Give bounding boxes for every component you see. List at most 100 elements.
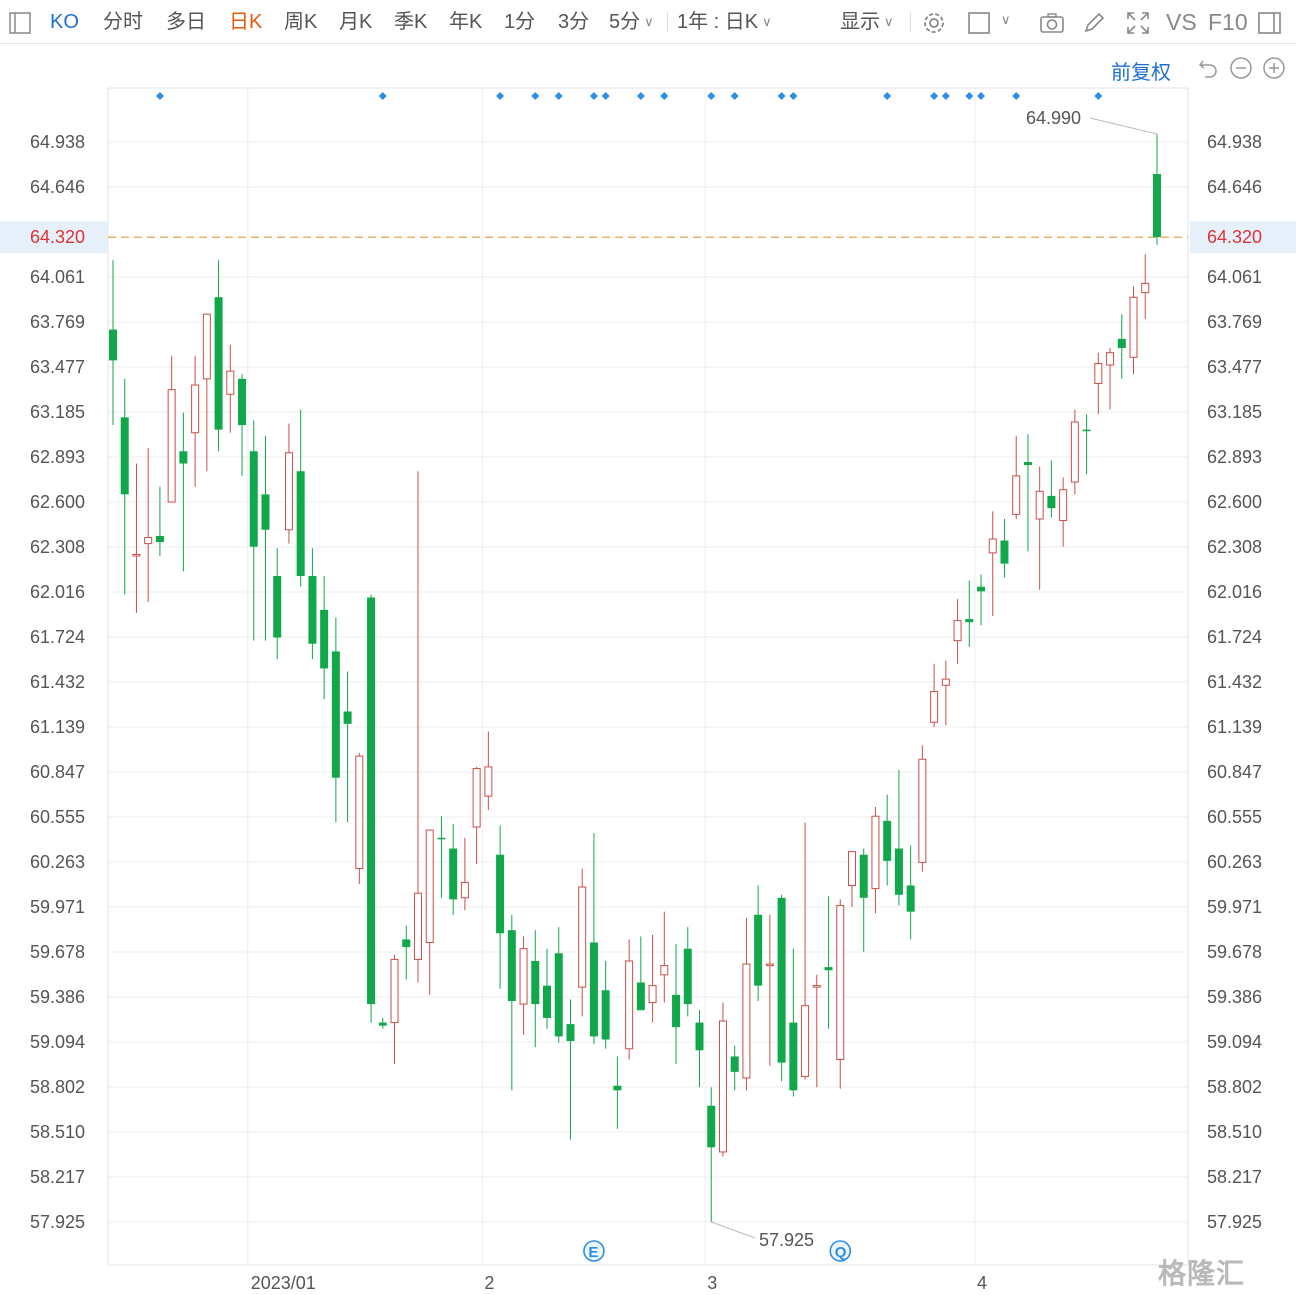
candle-body[interactable] xyxy=(519,948,528,1005)
candle-body[interactable] xyxy=(589,942,598,1037)
candle-body[interactable] xyxy=(754,914,763,986)
candle-body[interactable] xyxy=(801,1005,810,1077)
candle-body[interactable] xyxy=(707,1105,716,1148)
candle-body[interactable] xyxy=(977,586,986,592)
candle-body[interactable] xyxy=(847,851,856,887)
candle-body[interactable] xyxy=(883,820,892,861)
candle-body[interactable] xyxy=(1152,174,1161,238)
candle-body[interactable] xyxy=(930,690,939,723)
candle-body[interactable] xyxy=(777,897,786,1063)
candle-body[interactable] xyxy=(578,886,587,988)
candle-body[interactable] xyxy=(988,538,997,554)
candle-body[interactable] xyxy=(894,848,903,895)
candle-body[interactable] xyxy=(1070,421,1079,483)
candle-body[interactable] xyxy=(1141,282,1150,294)
event-marker[interactable] xyxy=(777,92,786,100)
event-marker[interactable] xyxy=(531,92,540,100)
candle-body[interactable] xyxy=(1117,338,1126,349)
candle-body[interactable] xyxy=(1047,495,1056,509)
event-marker[interactable] xyxy=(660,92,669,100)
event-marker[interactable] xyxy=(155,92,164,100)
candle-body[interactable] xyxy=(238,378,247,426)
candle-body[interactable] xyxy=(906,885,915,912)
candle-body[interactable] xyxy=(1082,429,1091,432)
candle-body[interactable] xyxy=(191,384,200,434)
candle-body[interactable] xyxy=(343,711,352,724)
candle-body[interactable] xyxy=(261,494,270,530)
candle-body[interactable] xyxy=(625,960,634,1050)
candle-body[interactable] xyxy=(648,985,657,1004)
candle-body[interactable] xyxy=(331,651,340,778)
candle-body[interactable] xyxy=(425,829,434,943)
candle-body[interactable] xyxy=(308,575,317,644)
candle-body[interactable] xyxy=(449,848,458,900)
candle-body[interactable] xyxy=(953,620,962,642)
event-marker[interactable] xyxy=(601,92,610,100)
candle-body[interactable] xyxy=(460,881,469,899)
candle-body[interactable] xyxy=(355,755,364,870)
event-marker[interactable] xyxy=(883,92,892,100)
candle-body[interactable] xyxy=(1094,362,1103,384)
candle-body[interactable] xyxy=(672,994,681,1028)
candle-body[interactable] xyxy=(965,619,974,623)
candle-body[interactable] xyxy=(730,1056,739,1072)
candle-body[interactable] xyxy=(296,471,305,576)
candle-body[interactable] xyxy=(1035,490,1044,520)
candle-body[interactable] xyxy=(472,767,481,828)
candle-body[interactable] xyxy=(202,313,211,380)
candle-body[interactable] xyxy=(402,939,411,948)
candle-body[interactable] xyxy=(531,960,540,1005)
candle-body[interactable] xyxy=(789,1022,798,1091)
event-marker[interactable] xyxy=(1012,92,1021,100)
candle-body[interactable] xyxy=(543,985,552,1018)
candle-body[interactable] xyxy=(871,815,880,890)
event-marker[interactable] xyxy=(965,92,974,100)
event-marker[interactable] xyxy=(930,92,939,100)
candle-body[interactable] xyxy=(226,370,235,395)
candle-body[interactable] xyxy=(695,1022,704,1051)
candle-body[interactable] xyxy=(249,451,258,547)
candle-body[interactable] xyxy=(918,758,927,863)
event-marker[interactable] xyxy=(1094,92,1103,100)
candle-body[interactable] xyxy=(413,892,422,960)
candle-body[interactable] xyxy=(683,948,692,1005)
candle-body[interactable] xyxy=(836,905,845,1061)
candle-body[interactable] xyxy=(660,965,669,976)
candle-body[interactable] xyxy=(636,982,645,1011)
candle-body[interactable] xyxy=(507,930,516,1002)
candle-body[interactable] xyxy=(496,854,505,934)
candle-body[interactable] xyxy=(437,837,446,840)
candle-body[interactable] xyxy=(1106,352,1115,366)
candle-body[interactable] xyxy=(1012,475,1021,515)
event-marker[interactable] xyxy=(554,92,563,100)
candle-body[interactable] xyxy=(144,536,153,545)
candlestick-chart[interactable]: 64.938 64.938 64.646 64.646 64.061 64.061 63.7… xyxy=(0,0,1296,1295)
candle-body[interactable] xyxy=(120,417,129,495)
candle-body[interactable] xyxy=(179,451,188,464)
event-marker[interactable] xyxy=(941,92,950,100)
candle-body[interactable] xyxy=(167,389,176,503)
candle-body[interactable] xyxy=(859,854,868,898)
candle-body[interactable] xyxy=(566,1024,575,1042)
candle-body[interactable] xyxy=(613,1085,622,1091)
candle-body[interactable] xyxy=(554,953,563,1037)
event-marker[interactable] xyxy=(977,92,986,100)
candle-body[interactable] xyxy=(378,1022,387,1026)
event-marker[interactable] xyxy=(378,92,387,100)
candle-body[interactable] xyxy=(601,990,610,1040)
candle-body[interactable] xyxy=(1000,540,1009,564)
event-marker[interactable] xyxy=(496,92,505,100)
candle-body[interactable] xyxy=(214,297,223,430)
event-marker[interactable] xyxy=(589,92,598,100)
candle-body[interactable] xyxy=(1059,489,1068,522)
event-marker[interactable] xyxy=(789,92,798,100)
candle-body[interactable] xyxy=(284,452,293,531)
candle-body[interactable] xyxy=(367,597,376,1005)
candle-body[interactable] xyxy=(1023,462,1032,466)
candle-body[interactable] xyxy=(718,1020,727,1153)
event-marker[interactable] xyxy=(730,92,739,100)
candle-body[interactable] xyxy=(484,766,493,797)
candle-body[interactable] xyxy=(320,609,329,669)
event-marker[interactable] xyxy=(636,92,645,100)
candle-body[interactable] xyxy=(109,329,117,361)
